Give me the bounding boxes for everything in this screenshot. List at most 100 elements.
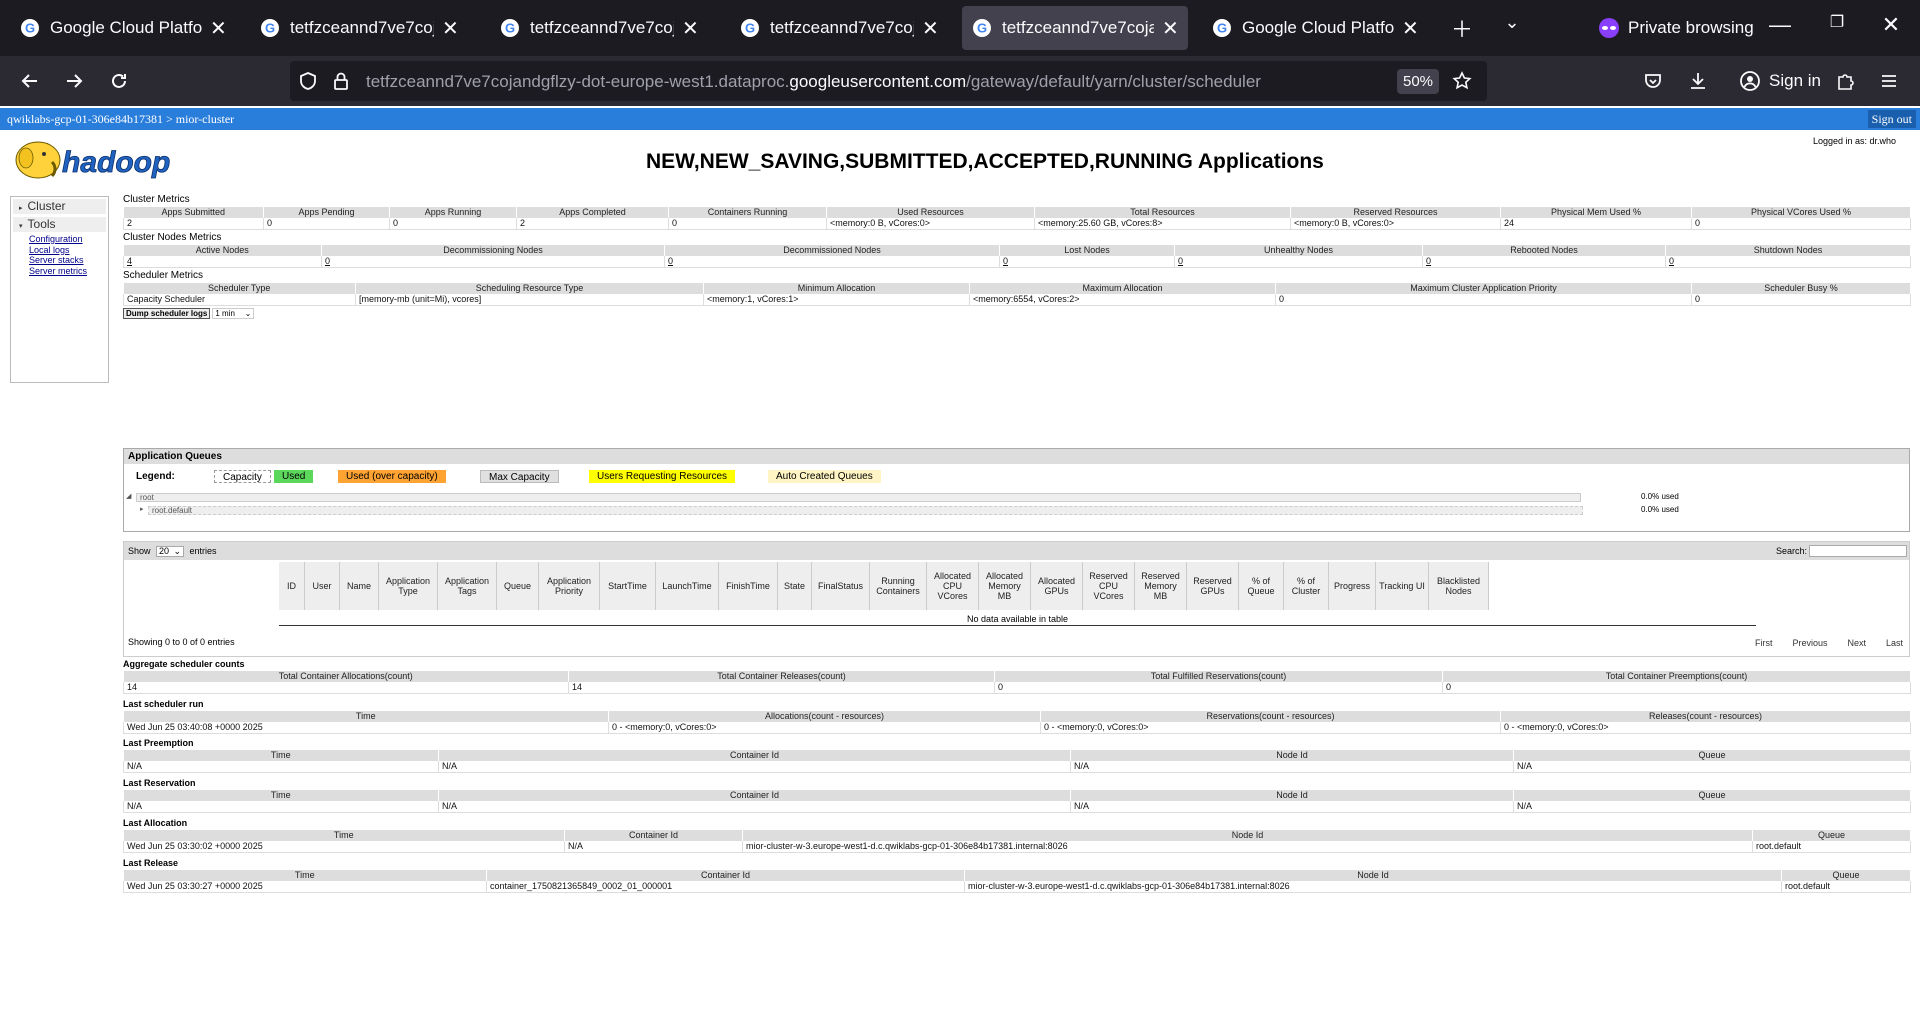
metric-link[interactable]: 0 [668, 256, 673, 266]
close-tab-icon[interactable]: ✕ [1402, 16, 1419, 41]
column-header[interactable]: User [305, 562, 340, 610]
table-cell: N/A [1070, 801, 1514, 813]
restore-window-button[interactable]: ❐ [1822, 12, 1852, 32]
metric-link[interactable]: 0 [325, 256, 330, 266]
app-menu-button[interactable] [1872, 64, 1906, 98]
google-icon: G [973, 19, 991, 37]
column-header[interactable]: Tracking UI [1376, 562, 1429, 610]
column-header[interactable]: % of Cluster [1284, 562, 1329, 610]
column-header: Apps Running [389, 207, 517, 218]
back-button[interactable] [13, 64, 47, 98]
section-title: Last Preemption [123, 738, 194, 748]
chevron-down-icon[interactable]: ◢ [126, 492, 131, 500]
column-header[interactable]: Name [340, 562, 379, 610]
downloads-button[interactable] [1681, 64, 1715, 98]
sign-in-button[interactable]: Sign in [1733, 64, 1827, 98]
sign-out-button[interactable]: Sign out [1867, 110, 1916, 128]
column-header[interactable]: Reserved Memory MB [1135, 562, 1187, 610]
column-header[interactable]: Running Containers [870, 562, 927, 610]
column-header[interactable]: Progress [1329, 562, 1376, 610]
sidebar-link-configuration[interactable]: Configuration [29, 234, 108, 245]
queue-bar-root-default[interactable]: root.default [148, 506, 1583, 515]
column-header[interactable]: Reserved CPU VCores [1083, 562, 1135, 610]
metric-link[interactable]: 4 [127, 256, 132, 266]
column-header[interactable]: Application Priority [539, 562, 600, 610]
entries-per-page-select[interactable]: 20 ⌄ [156, 546, 185, 558]
section-title: Aggregate scheduler counts [123, 659, 245, 669]
sidebar-item-tools[interactable]: ▾ Tools [13, 217, 106, 232]
pager-last-button[interactable]: Last [1886, 638, 1903, 648]
metric-link[interactable]: 0 [1178, 256, 1183, 266]
column-header[interactable]: Application Type [379, 562, 438, 610]
column-header[interactable]: ID [279, 562, 305, 610]
zoom-level-button[interactable]: 50% [1397, 69, 1439, 94]
pager-previous-button[interactable]: Previous [1792, 638, 1827, 648]
column-header[interactable]: Queue [497, 562, 539, 610]
metric-link[interactable]: 0 [1003, 256, 1008, 266]
close-tab-icon[interactable]: ✕ [1162, 16, 1179, 41]
pager-next-button[interactable]: Next [1847, 638, 1866, 648]
url-text[interactable]: tetfzceannd7ve7cojandgflzy-dot-europe-we… [366, 72, 1261, 92]
sidebar-link-server-metrics[interactable]: Server metrics [29, 266, 108, 277]
dump-interval-select[interactable]: 1 min ⌄ [212, 308, 255, 319]
google-icon: G [21, 19, 39, 37]
column-header: Used Resources [826, 207, 1035, 218]
close-tab-icon[interactable]: ✕ [210, 16, 227, 41]
list-tabs-button[interactable]: ⌄ [1498, 12, 1526, 33]
browser-tab[interactable]: G Google Cloud Platform ✕ [1202, 6, 1428, 50]
search-input[interactable] [1809, 545, 1907, 557]
table-cell: Wed Jun 25 03:40:08 +0000 2025 [123, 722, 609, 734]
table-cell: 0 [668, 218, 827, 230]
close-window-button[interactable]: ✕ [1876, 12, 1906, 38]
dump-scheduler-logs-button[interactable]: Dump scheduler logs [123, 308, 211, 319]
url-bar[interactable]: tetfzceannd7ve7cojandgflzy-dot-europe-we… [290, 61, 1487, 101]
browser-tab-active[interactable]: G tetfzceannd7ve7cojandgf ✕ [962, 6, 1188, 50]
table-cell: 14 [123, 682, 569, 694]
column-header[interactable]: Reserved GPUs [1187, 562, 1239, 610]
browser-tab[interactable]: G tetfzceannd7ve7cojandgf ✕ [490, 6, 708, 50]
close-tab-icon[interactable]: ✕ [442, 16, 459, 41]
sidebar-link-local-logs[interactable]: Local logs [29, 245, 108, 256]
table-cell: N/A [1070, 761, 1514, 773]
column-header[interactable]: LaunchTime [656, 562, 719, 610]
metric-link[interactable]: 0 [1669, 256, 1674, 266]
browser-tab[interactable]: G Google Cloud Platform ✕ [10, 6, 236, 50]
table-cell: 0 - <memory:0, vCores:0> [1500, 722, 1911, 734]
sidebar-link-server-stacks[interactable]: Server stacks [29, 255, 108, 266]
column-header[interactable]: StartTime [600, 562, 656, 610]
column-header[interactable]: % of Queue [1239, 562, 1284, 610]
account-icon [1740, 71, 1760, 91]
column-header[interactable]: Allocated GPUs [1031, 562, 1083, 610]
chevron-right-icon[interactable]: ▸ [140, 505, 144, 513]
table-cell: <memory:0 B, vCores:0> [1290, 218, 1501, 230]
reload-button[interactable] [102, 64, 136, 98]
minimize-window-button[interactable]: — [1765, 12, 1795, 38]
tracking-protection-shield-icon[interactable] [298, 71, 318, 91]
browser-tab[interactable]: G tetfzceannd7ve7cojandgf ✕ [250, 6, 468, 50]
logo-text: hadoop [62, 146, 170, 179]
pager-first-button[interactable]: First [1755, 638, 1773, 648]
forward-arrow-icon [67, 74, 83, 88]
new-tab-button[interactable]: ＋ [1448, 12, 1476, 44]
column-header[interactable]: Application Tags [438, 562, 497, 610]
show-label: Show [128, 546, 151, 556]
extensions-button[interactable] [1828, 64, 1862, 98]
browser-tab[interactable]: G tetfzceannd7ve7cojandgf ✕ [730, 6, 948, 50]
pocket-button[interactable] [1636, 64, 1670, 98]
sidebar-item-cluster[interactable]: ▸ Cluster [13, 199, 106, 214]
close-tab-icon[interactable]: ✕ [682, 16, 699, 41]
breadcrumb[interactable]: qwiklabs-gcp-01-306e84b17381 > mior-clus… [7, 112, 234, 126]
last-reservation-table: Time Container Id Node Id Queue N/A N/A N/A N/… [123, 790, 1911, 813]
column-header[interactable]: Allocated Memory MB [979, 562, 1031, 610]
lock-icon[interactable] [332, 71, 350, 91]
metric-link[interactable]: 0 [1426, 256, 1431, 266]
queue-bar-root[interactable]: root [136, 493, 1581, 502]
column-header[interactable]: FinalStatus [812, 562, 870, 610]
column-header[interactable]: Blacklisted Nodes [1429, 562, 1489, 610]
column-header[interactable]: Allocated CPU VCores [927, 562, 979, 610]
bookmark-star-icon[interactable] [1452, 71, 1472, 91]
column-header[interactable]: State [778, 562, 812, 610]
close-tab-icon[interactable]: ✕ [922, 16, 939, 41]
column-header[interactable]: FinishTime [719, 562, 778, 610]
forward-button[interactable] [57, 64, 91, 98]
